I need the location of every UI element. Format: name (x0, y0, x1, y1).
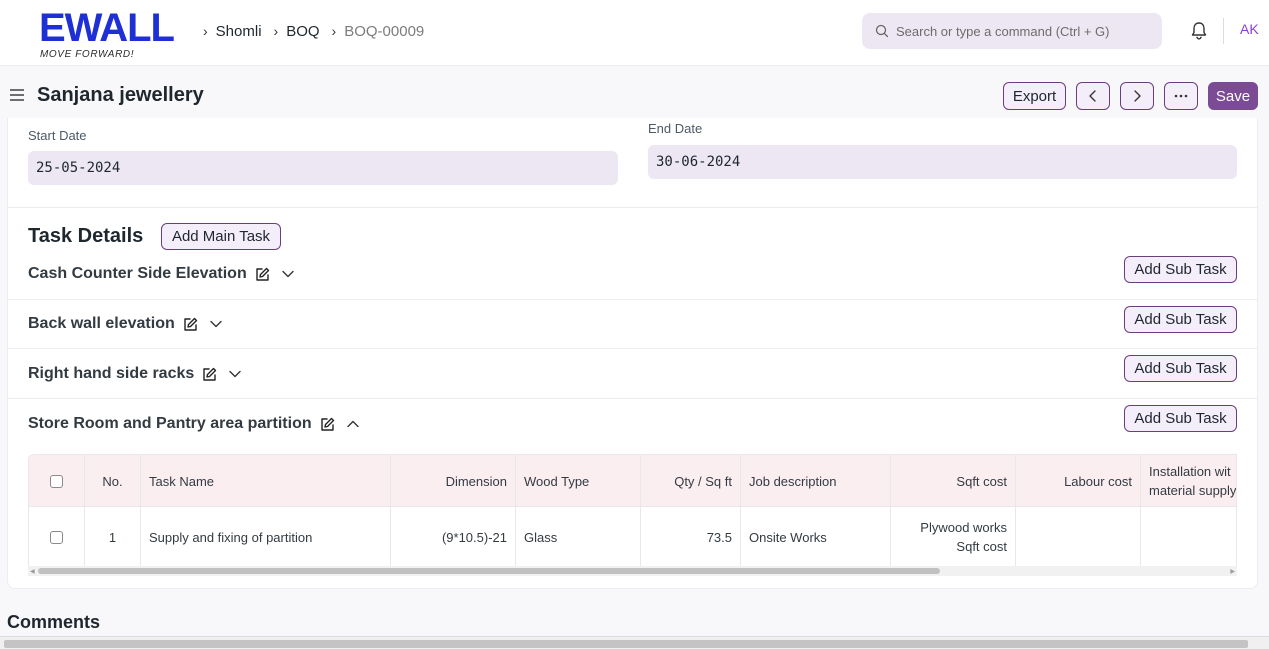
section-divider (8, 207, 1257, 208)
task-item[interactable]: Back wall elevation (28, 313, 222, 335)
scrollbar-thumb[interactable] (4, 640, 1248, 648)
chevron-down-icon[interactable] (282, 270, 294, 278)
row-checkbox[interactable] (50, 530, 63, 544)
search-icon (875, 24, 889, 38)
chevron-left-icon (1089, 90, 1096, 102)
start-date-label: Start Date (28, 128, 87, 143)
column-header[interactable]: Sqft cost (891, 455, 1016, 507)
add-sub-task-button[interactable]: Add Sub Task (1124, 306, 1237, 333)
scroll-left-icon[interactable]: ◀ (30, 568, 35, 575)
add-main-task-button[interactable]: Add Main Task (161, 223, 281, 250)
start-date-field[interactable]: 25-05-2024 (28, 151, 618, 185)
column-header-line: material supply (1149, 483, 1237, 498)
grid-horizontal-scrollbar[interactable]: ◀ ▶ (28, 566, 1237, 576)
task-divider (8, 398, 1257, 399)
column-header[interactable]: Task Name (141, 455, 391, 507)
column-header-line: Installation wit (1149, 464, 1231, 479)
column-header[interactable]: Job description (741, 455, 891, 507)
chevron-right-icon: › (273, 23, 279, 39)
column-header[interactable]: Qty / Sq ft (641, 455, 741, 507)
task-item[interactable]: Store Room and Pantry area partition (28, 413, 359, 435)
scrollbar-thumb[interactable] (38, 568, 940, 574)
breadcrumb-boq[interactable]: BOQ (286, 23, 319, 40)
table-row[interactable]: 1 Supply and fixing of partition (9*10.5… (29, 507, 1236, 567)
add-sub-task-button[interactable]: Add Sub Task (1124, 355, 1237, 382)
task-divider (8, 299, 1257, 300)
scroll-right-icon[interactable]: ▶ (1230, 568, 1235, 575)
chevron-right-icon (1134, 90, 1141, 102)
row-number: 1 (85, 507, 141, 567)
end-date-label: End Date (648, 121, 703, 136)
cell-qty[interactable]: 73.5 (641, 507, 741, 567)
cell-installation[interactable] (1141, 507, 1236, 567)
edit-icon[interactable] (183, 317, 198, 332)
previous-doc-button[interactable] (1076, 82, 1110, 110)
logo-text: EWALL (39, 6, 175, 50)
cell-line: Plywood works (920, 520, 1007, 535)
breadcrumb-shomli[interactable]: Shomli (216, 23, 262, 40)
save-button[interactable]: Save (1208, 82, 1258, 110)
task-item[interactable]: Right hand side racks (28, 363, 241, 385)
cell-wood-type[interactable]: Glass (516, 507, 641, 567)
cell-line: Sqft cost (956, 539, 1007, 554)
bell-icon[interactable] (1190, 21, 1208, 41)
nav-divider (1223, 18, 1224, 44)
header-checkbox-cell (29, 455, 85, 507)
task-details-heading: Task Details (28, 225, 144, 247)
column-header[interactable]: Dimension (391, 455, 516, 507)
breadcrumb-current[interactable]: BOQ-00009 (344, 23, 424, 40)
user-avatar[interactable]: AK (1240, 21, 1259, 37)
edit-icon[interactable] (255, 267, 270, 282)
column-header[interactable]: Wood Type (516, 455, 641, 507)
grid-header: No. Task Name Dimension Wood Type Qty / … (29, 455, 1237, 507)
cell-task-name[interactable]: Supply and fixing of partition (141, 507, 391, 567)
add-sub-task-button[interactable]: Add Sub Task (1124, 256, 1237, 283)
page-title: Sanjana jewellery (37, 84, 204, 106)
chevron-up-icon[interactable] (346, 420, 359, 428)
hamburger-icon[interactable] (10, 88, 24, 102)
top-navbar: EWALL MOVE FORWARD! › Shomli › BOQ › BOQ… (0, 0, 1269, 66)
comments-heading: Comments (7, 612, 101, 632)
task-divider (8, 348, 1257, 349)
edit-icon[interactable] (320, 417, 335, 432)
column-header[interactable]: No. (85, 455, 141, 507)
brand-logo[interactable]: EWALL MOVE FORWARD! (39, 8, 189, 62)
export-button[interactable]: Export (1003, 82, 1066, 110)
cell-labour-cost[interactable] (1016, 507, 1141, 567)
end-date-field[interactable]: 30-06-2024 (648, 145, 1237, 179)
page-horizontal-scrollbar[interactable] (0, 636, 1269, 649)
column-header[interactable]: Labour cost (1016, 455, 1141, 507)
chevron-right-icon: › (331, 23, 337, 39)
cell-job-description[interactable]: Onsite Works (741, 507, 891, 567)
more-dots-icon (1174, 94, 1188, 98)
search-input[interactable] (896, 21, 1154, 41)
task-name: Store Room and Pantry area partition (28, 415, 312, 432)
next-doc-button[interactable] (1120, 82, 1154, 110)
chevron-down-icon[interactable] (229, 370, 241, 378)
task-item[interactable]: Cash Counter Side Elevation (28, 263, 294, 285)
select-all-checkbox[interactable] (50, 474, 63, 488)
cell-dimension[interactable]: (9*10.5)-21 (391, 507, 516, 567)
chevron-down-icon[interactable] (210, 320, 222, 328)
awesomebar[interactable] (862, 13, 1162, 49)
breadcrumb: › Shomli › BOQ › BOQ-00009 (203, 21, 436, 41)
add-sub-task-button[interactable]: Add Sub Task (1124, 405, 1237, 432)
more-actions-button[interactable] (1164, 82, 1198, 110)
chevron-right-icon: › (203, 23, 208, 39)
task-name: Back wall elevation (28, 315, 175, 332)
task-name: Cash Counter Side Elevation (28, 265, 247, 282)
row-checkbox-cell (29, 507, 85, 567)
cell-sqft-cost[interactable]: Plywood works Sqft cost (891, 507, 1016, 567)
edit-icon[interactable] (202, 367, 217, 382)
logo-tagline: MOVE FORWARD! (40, 49, 135, 60)
subtask-grid: No. Task Name Dimension Wood Type Qty / … (28, 454, 1237, 568)
task-name: Right hand side racks (28, 365, 195, 382)
column-header-installation[interactable]: Installation wit material supply (1141, 455, 1237, 507)
